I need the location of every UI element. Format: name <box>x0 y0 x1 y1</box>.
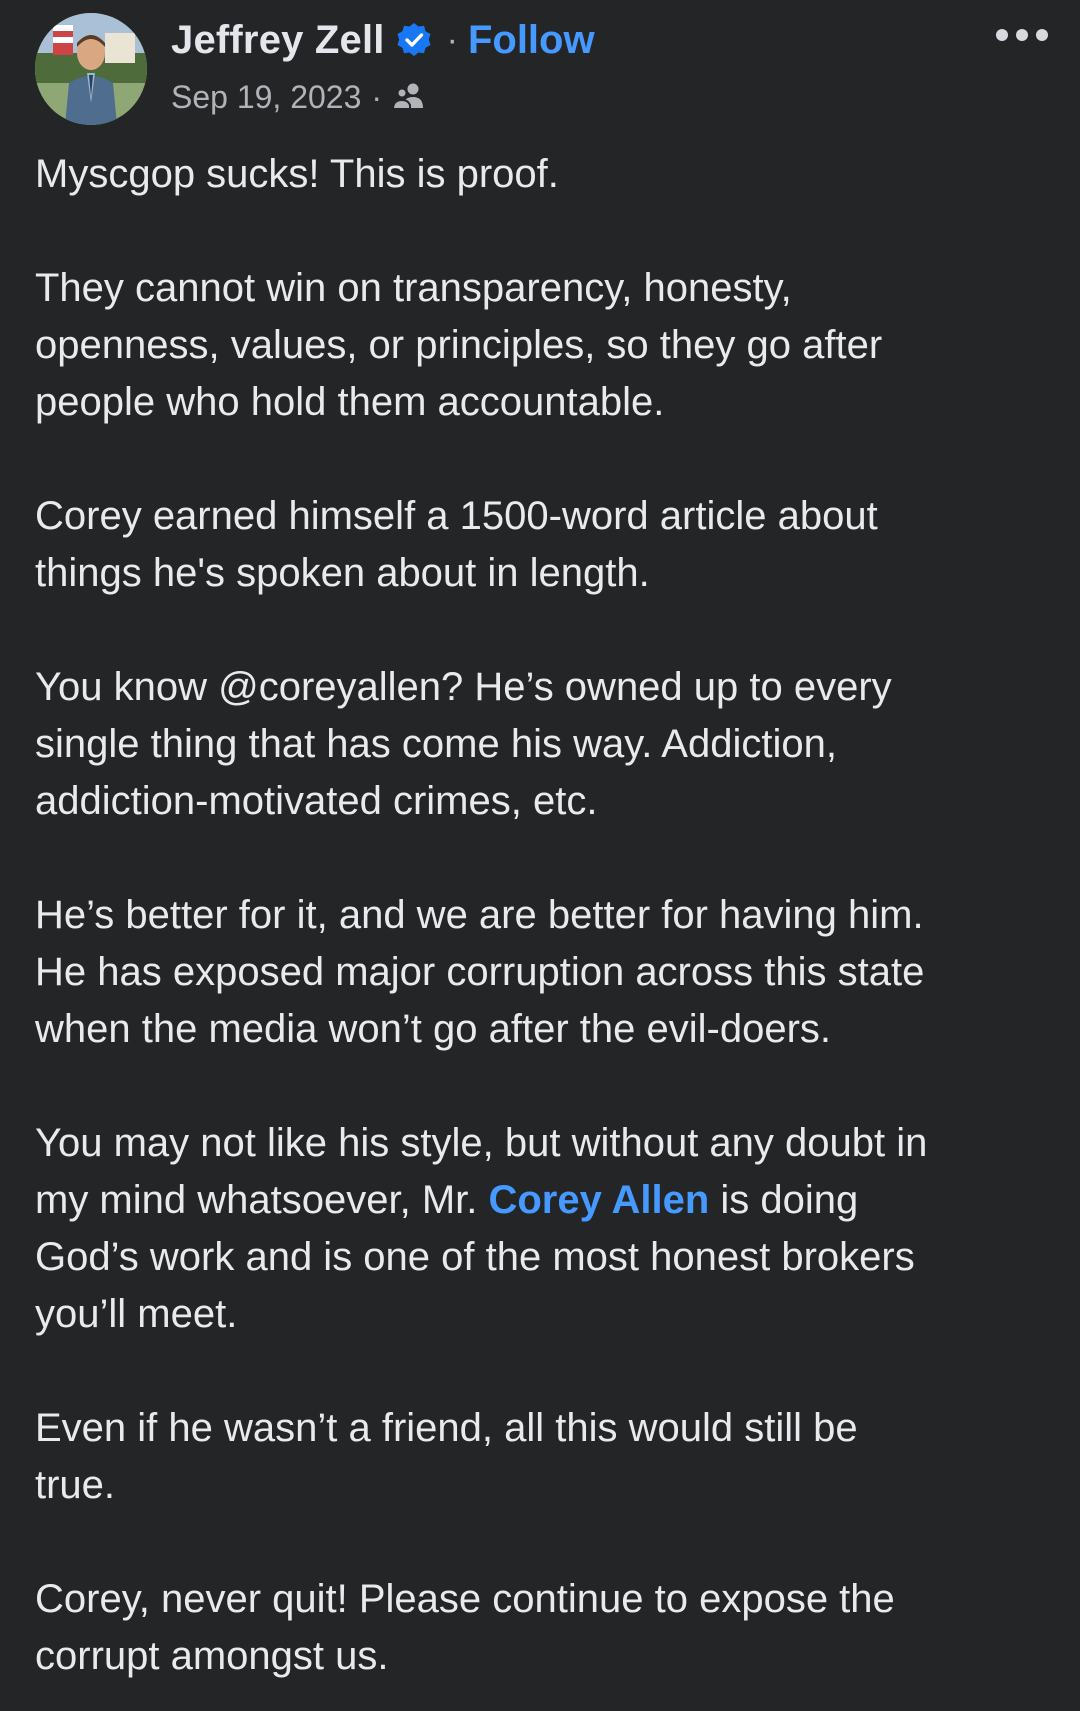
mention-link-corey-allen[interactable]: Corey Allen <box>488 1178 709 1222</box>
post-header: Jeffrey Zell · Follow Sep 19, 2023 · <box>0 0 1080 140</box>
post-date[interactable]: Sep 19, 2023 <box>171 79 361 116</box>
post-paragraph: Corey, never quit! Please continue to ex… <box>35 1571 1055 1685</box>
post-line: They cannot win on transparency, honesty… <box>35 266 792 310</box>
post-paragraph: You may not like his style, but without … <box>35 1115 1055 1343</box>
post-line: He has exposed major corruption across t… <box>35 950 925 994</box>
author-avatar[interactable] <box>35 13 147 125</box>
post-paragraph: You know @coreyallen? He’s owned up to e… <box>35 659 1055 830</box>
post-line: You know @coreyallen? He’s owned up to e… <box>35 665 892 709</box>
post-line: true. <box>35 1463 116 1507</box>
more-options-button[interactable] <box>990 18 1060 52</box>
post-paragraph: Myscgop sucks! This is proof. <box>35 146 1055 203</box>
post-line: single thing that has come his way. Addi… <box>35 722 837 766</box>
avatar-photo <box>35 13 147 125</box>
post-paragraph: He’s better for it, and we are better fo… <box>35 887 1055 1058</box>
post-line: He’s better for it, and we are better fo… <box>35 893 924 937</box>
post-line: openness, values, or principles, so they… <box>35 323 883 367</box>
meta-separator: · <box>371 78 383 115</box>
post-line: You may not like his style, but without … <box>35 1121 928 1165</box>
separator-dot: · <box>446 20 458 59</box>
post-paragraph: Corey earned himself a 1500-word article… <box>35 488 1055 602</box>
post-line: things he's spoken about in length. <box>35 551 650 595</box>
post-paragraph: They cannot win on transparency, honesty… <box>35 260 1055 431</box>
mention-prefix-text: my mind whatsoever, Mr. <box>35 1178 489 1222</box>
post-line: you’ll meet. <box>35 1292 238 1336</box>
post-line: God’s work and is one of the most honest… <box>35 1235 915 1279</box>
post-line: Myscgop sucks! This is proof. <box>35 152 559 196</box>
friends-icon <box>392 80 426 114</box>
verified-badge-icon <box>395 21 433 59</box>
post-body: Myscgop sucks! This is proof. They canno… <box>35 146 1055 1685</box>
post-line: Corey, never quit! Please continue to ex… <box>35 1577 895 1621</box>
post-line: Corey earned himself a 1500-word article… <box>35 494 878 538</box>
post-line: Even if he wasn’t a friend, all this wou… <box>35 1406 858 1450</box>
post-line: people who hold them accountable. <box>35 380 665 424</box>
post-meta: Sep 19, 2023 · <box>171 74 426 120</box>
post-line: addiction-motivated crimes, etc. <box>35 779 598 823</box>
post-paragraph: Even if he wasn’t a friend, all this wou… <box>35 1400 1055 1514</box>
more-options-icon <box>996 29 1048 41</box>
post-line: when the media won’t go after the evil-d… <box>35 1007 831 1051</box>
author-name[interactable]: Jeffrey Zell <box>171 18 385 63</box>
post-line: corrupt amongst us. <box>35 1634 389 1678</box>
post-line-with-mention: my mind whatsoever, Mr. Corey Allen is d… <box>35 1172 1055 1229</box>
author-line: Jeffrey Zell · Follow <box>171 14 595 66</box>
follow-button[interactable]: Follow <box>468 18 595 63</box>
post-card: Jeffrey Zell · Follow Sep 19, 2023 · Mys… <box>0 0 1080 1711</box>
mention-suffix-text: is doing <box>709 1178 859 1222</box>
